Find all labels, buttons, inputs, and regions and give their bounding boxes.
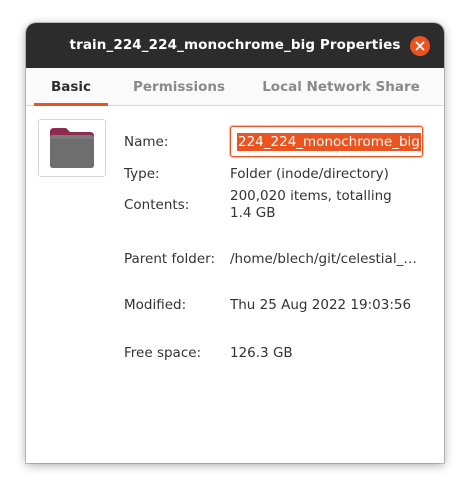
- free-space-label: Free space:: [124, 345, 202, 361]
- window-title: train_224_224_monochrome_big Properties: [69, 37, 401, 53]
- parent-folder-value[interactable]: /home/blech/git/celestial_…: [230, 251, 426, 267]
- modified-value: Thu 25 Aug 2022 19:03:56: [230, 297, 412, 313]
- contents-label: Contents:: [124, 197, 190, 213]
- folder-icon: [50, 128, 94, 168]
- name-label: Name:: [124, 134, 169, 150]
- title-bar[interactable]: train_224_224_monochrome_big Properties: [26, 23, 444, 68]
- close-button[interactable]: [410, 36, 430, 56]
- name-field[interactable]: 224_224_monochrome_big: [230, 126, 423, 157]
- tab-bar: Basic Permissions Local Network Share: [26, 68, 444, 106]
- free-space-value: 126.3 GB: [230, 345, 293, 361]
- name-field-text: 224_224_monochrome_big: [237, 133, 421, 151]
- modified-label: Modified:: [124, 297, 187, 313]
- parent-folder-label: Parent folder:: [124, 251, 216, 267]
- tab-local-network-share[interactable]: Local Network Share: [259, 68, 423, 105]
- tab-permissions[interactable]: Permissions: [126, 68, 232, 105]
- close-icon: [415, 41, 425, 51]
- type-label: Type:: [124, 166, 160, 182]
- contents-value: 200,020 items, totalling 1.4 GB: [230, 188, 392, 221]
- folder-icon-button[interactable]: [38, 119, 106, 177]
- type-value: Folder (inode/directory): [230, 166, 389, 182]
- tab-basic[interactable]: Basic: [34, 68, 108, 106]
- properties-dialog: train_224_224_monochrome_big Properties …: [26, 23, 444, 463]
